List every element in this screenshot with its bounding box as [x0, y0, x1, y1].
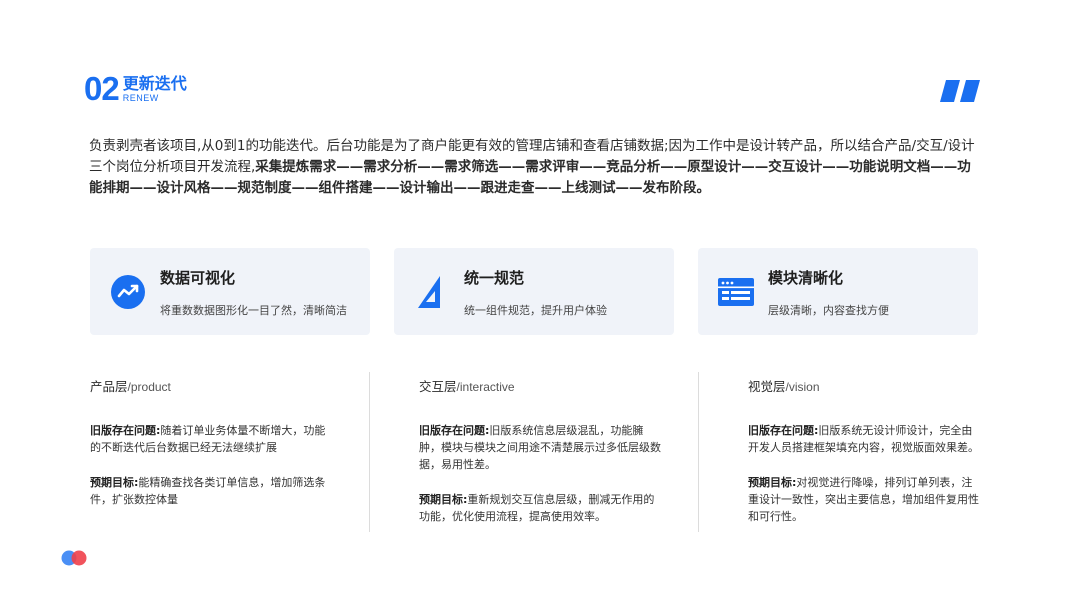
- problem-label: 旧版存在问题:: [90, 424, 161, 437]
- problem-label: 旧版存在问题:: [419, 424, 490, 437]
- module-layout-icon: [718, 278, 754, 306]
- feature-card-data-visualization: 数据可视化 将重数数据图形化一目了然，清晰简洁: [90, 248, 370, 335]
- column-title-en: /vision: [785, 380, 820, 394]
- column-heading: 交互层/interactive: [419, 376, 664, 396]
- section-header: 02 更新迭代 RENEW: [84, 72, 187, 105]
- problem-block: 旧版存在问题:旧版系统信息层级混乱，功能臃肿，模块与模块之间用途不清楚展示过多低…: [419, 422, 664, 473]
- quote-mark-icon: [940, 80, 980, 102]
- column-title-cn: 视觉层: [748, 379, 786, 394]
- column-divider: [369, 372, 370, 532]
- column-title-cn: 产品层: [90, 379, 128, 394]
- feature-card-module-clarity: 模块清晰化 层级清晰，内容查找方便: [698, 248, 978, 335]
- card-title: 模块清晰化: [768, 269, 844, 287]
- goal-label: 预期目标:: [90, 476, 139, 489]
- section-subtitle: RENEW: [122, 92, 159, 103]
- problem-block: 旧版存在问题:旧版系统无设计师设计，完全由开发人员搭建框架填充内容，视觉版面效果…: [748, 422, 981, 456]
- card-description: 层级清晰，内容查找方便: [768, 304, 889, 317]
- column-product: 产品层/product 旧版存在问题:随着订单业务体量不断增大，功能的不断迭代后…: [90, 376, 335, 508]
- goal-label: 预期目标:: [748, 476, 797, 489]
- column-interactive: 交互层/interactive 旧版存在问题:旧版系统信息层级混乱，功能臃肿，模…: [419, 376, 664, 525]
- column-title-en: /interactive: [456, 380, 515, 394]
- section-title-group: 更新迭代 RENEW: [122, 73, 187, 103]
- column-title-cn: 交互层: [419, 379, 457, 394]
- trend-chart-icon: [111, 275, 145, 309]
- section-number: 02: [84, 70, 120, 107]
- column-title-en: /product: [127, 380, 171, 394]
- feature-card-unified-standard: 统一规范 统一组件规范，提升用户体验: [394, 248, 674, 335]
- column-divider: [698, 372, 699, 532]
- card-title: 统一规范: [464, 269, 525, 287]
- problem-label: 旧版存在问题:: [748, 424, 819, 437]
- goal-block: 预期目标:能精确查找各类订单信息，增加筛选条件，扩张数控体量: [90, 474, 335, 508]
- ruler-triangle-icon: [418, 276, 440, 308]
- card-description: 将重数数据图形化一目了然，清晰简洁: [160, 304, 347, 317]
- card-description: 统一组件规范，提升用户体验: [464, 304, 607, 317]
- goal-label: 预期目标:: [419, 493, 468, 506]
- column-heading: 视觉层/vision: [748, 376, 981, 396]
- intro-paragraph: 负责剥壳者该项目,从0到1的功能迭代。后台功能是为了商户能更有效的管理店铺和查看…: [89, 136, 981, 199]
- column-heading: 产品层/product: [90, 376, 335, 396]
- section-title: 更新迭代: [122, 73, 187, 93]
- problem-block: 旧版存在问题:随着订单业务体量不断增大，功能的不断迭代后台数据已经无法继续扩展: [90, 422, 335, 456]
- goal-block: 预期目标:重新规划交互信息层级，删减无作用的功能，优化使用流程，提高使用效率。: [419, 491, 664, 525]
- card-title: 数据可视化: [160, 269, 236, 287]
- logo-dots-icon: [61, 550, 87, 566]
- goal-block: 预期目标:对视觉进行降噪，排列订单列表，注重设计一致性，突出主要信息，增加组件复…: [748, 474, 981, 525]
- column-vision: 视觉层/vision 旧版存在问题:旧版系统无设计师设计，完全由开发人员搭建框架…: [748, 376, 981, 525]
